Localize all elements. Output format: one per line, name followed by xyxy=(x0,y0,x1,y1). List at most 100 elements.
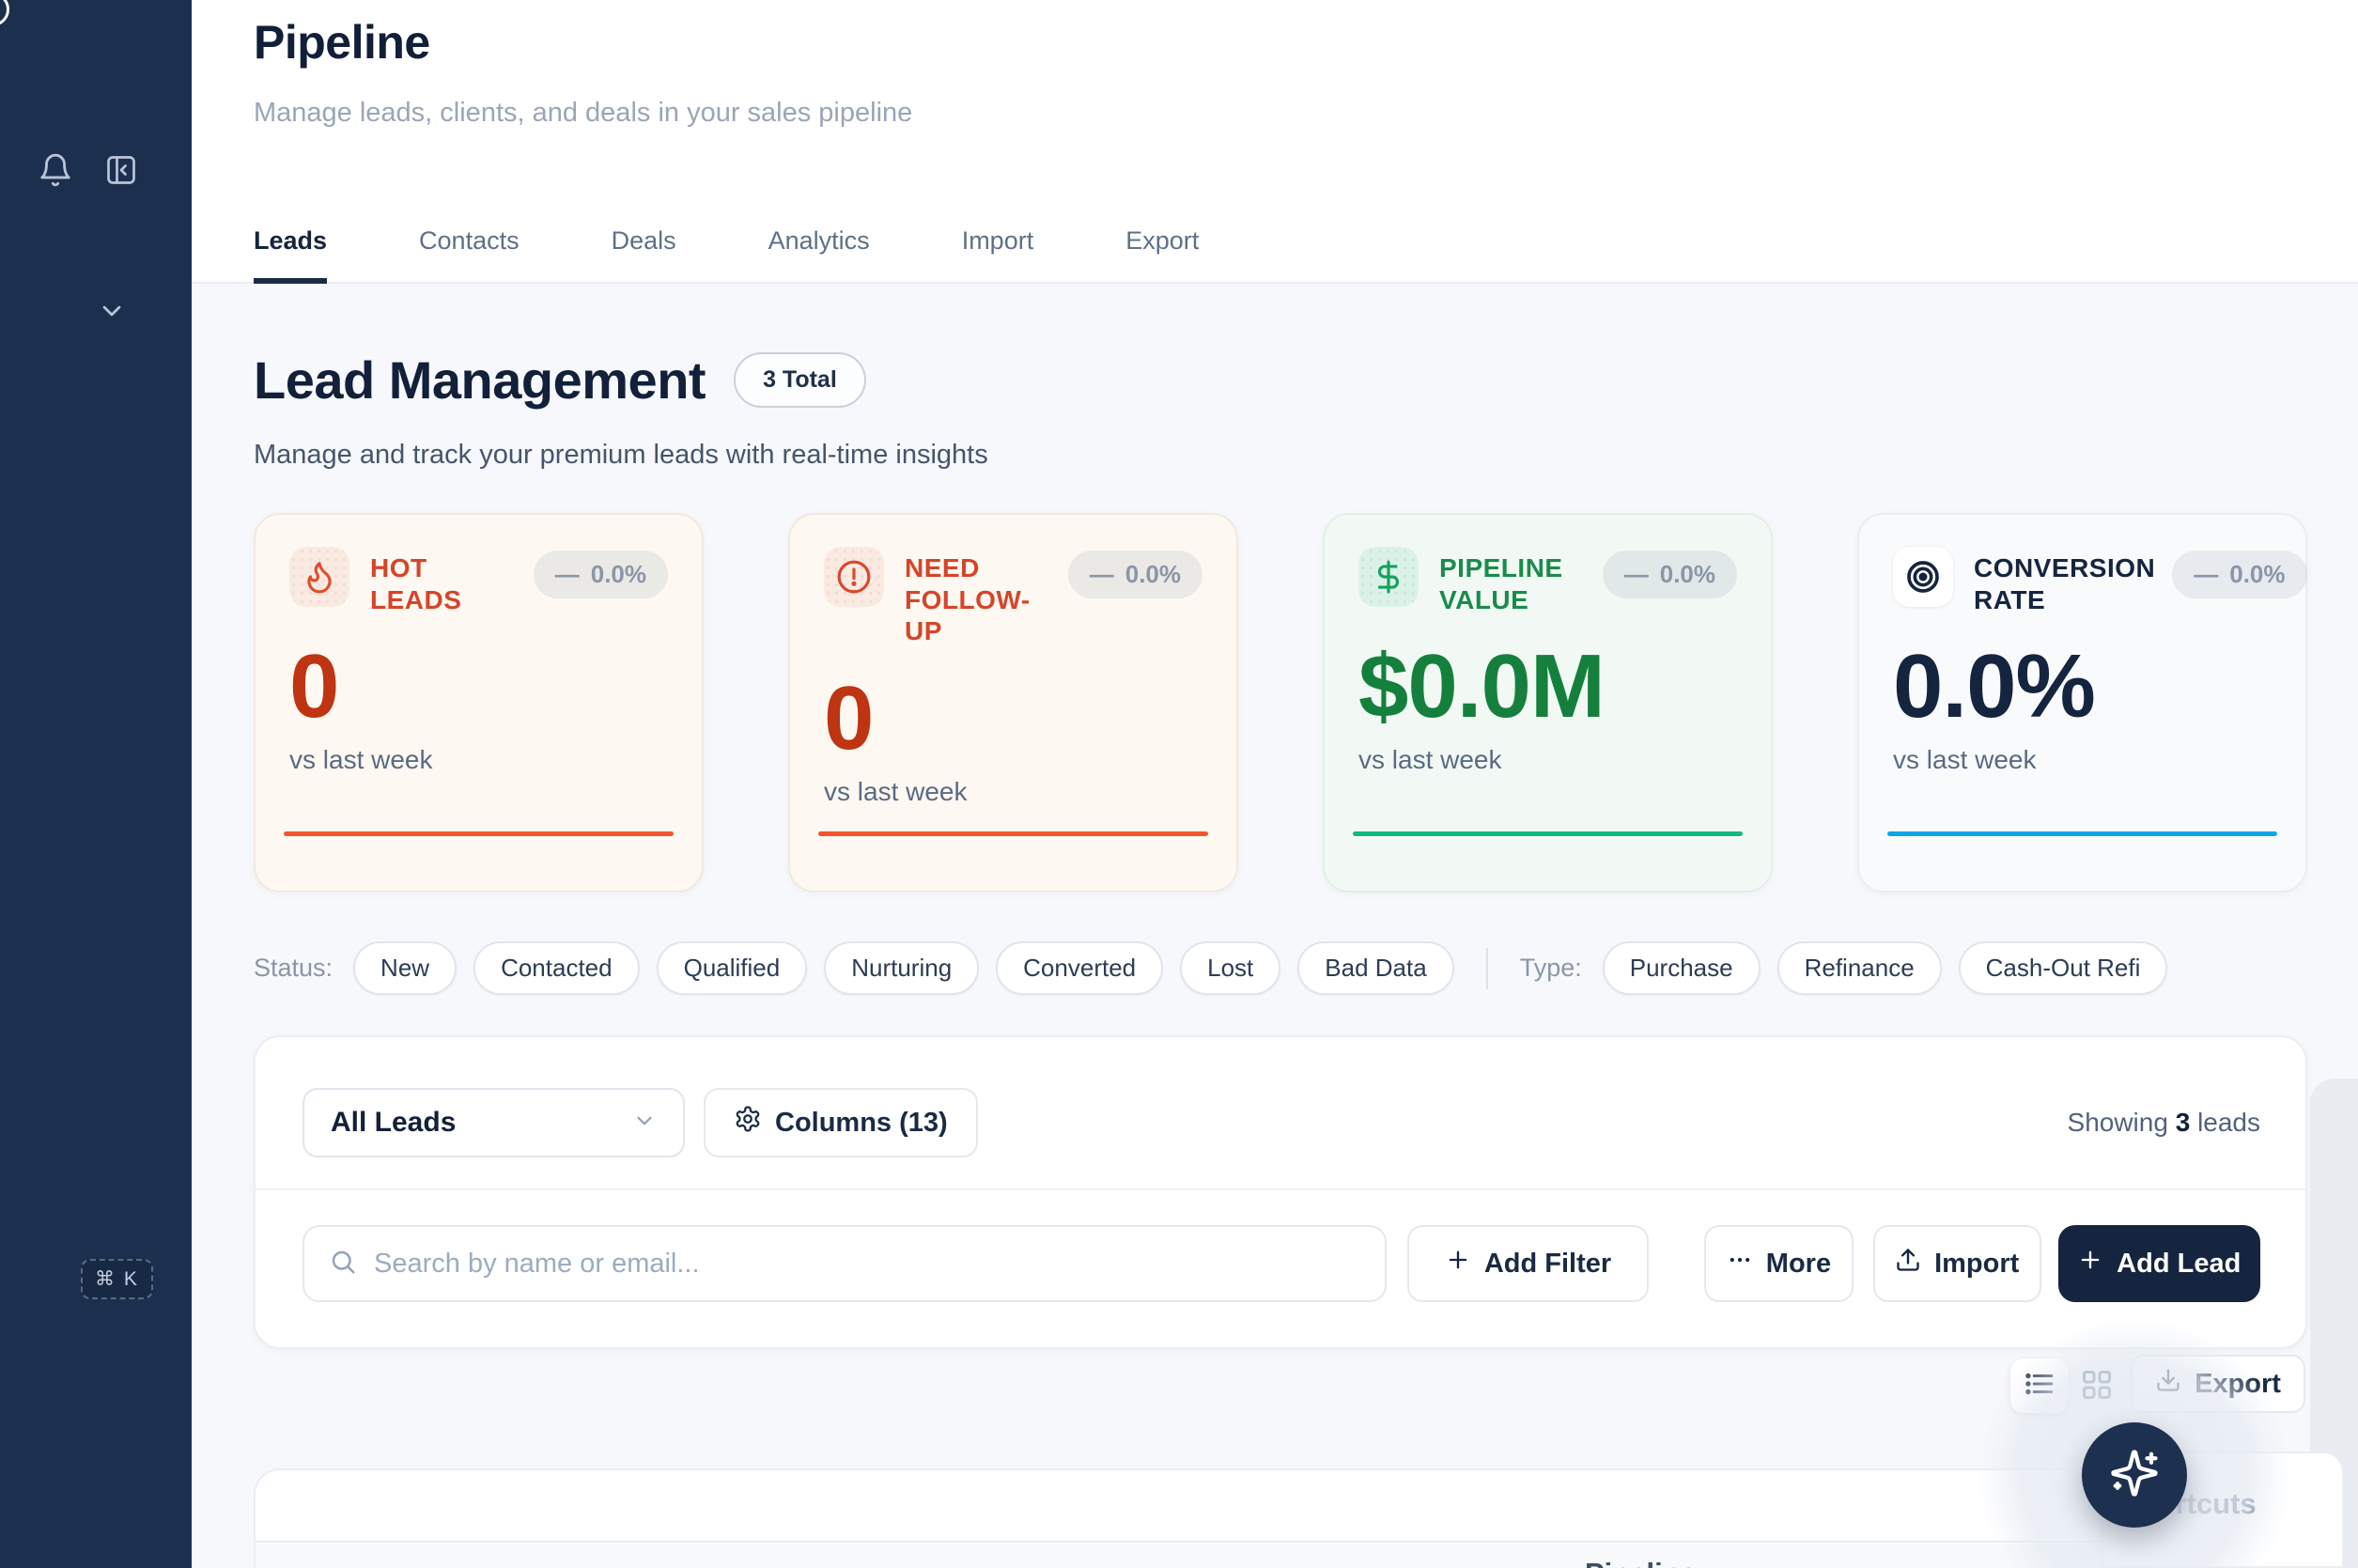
import-button[interactable]: Import xyxy=(1873,1225,2041,1302)
more-button[interactable]: More xyxy=(1704,1225,1854,1302)
type-chip-refinance[interactable]: Refinance xyxy=(1777,941,1942,995)
stat-label: CONVERSION RATE xyxy=(1974,552,2155,615)
section-subtitle: Manage and track your premium leads with… xyxy=(254,440,988,471)
change-value: 0.0% xyxy=(1125,560,1181,589)
ai-assistant-fab[interactable] xyxy=(2082,1422,2187,1528)
tab-bar: Leads Contacts Deals Analytics Import Ex… xyxy=(254,226,1199,284)
flame-icon xyxy=(289,547,349,607)
download-icon xyxy=(2155,1367,2181,1401)
accent-line xyxy=(818,831,1208,836)
chevron-down-icon xyxy=(632,1109,657,1138)
add-lead-button[interactable]: Add Lead xyxy=(2058,1225,2260,1302)
panel-divider xyxy=(256,1188,2305,1190)
stat-label: HOT LEADS xyxy=(370,552,517,615)
stat-label: NEED FOLLOW-UP xyxy=(905,552,1051,647)
stat-value: 0 xyxy=(824,674,1202,764)
columns-button[interactable]: Columns (13) xyxy=(704,1088,978,1157)
stat-card-need-follow-up: NEED FOLLOW-UP — 0.0% 0 vs last week xyxy=(788,513,1238,893)
upload-icon xyxy=(1895,1247,1921,1281)
tab-analytics[interactable]: Analytics xyxy=(768,226,870,284)
status-chip-qualified[interactable]: Qualified xyxy=(657,941,808,995)
filter-chips-row: Status: New Contacted Qualified Nurturin… xyxy=(254,941,2167,995)
tab-export[interactable]: Export xyxy=(1125,226,1199,284)
tab-contacts[interactable]: Contacts xyxy=(419,226,520,284)
plus-icon xyxy=(2077,1247,2103,1281)
status-chip-lost[interactable]: Lost xyxy=(1180,941,1280,995)
change-badge: — 0.0% xyxy=(1068,551,1202,598)
page-subtitle: Manage leads, clients, and deals in your… xyxy=(254,98,912,129)
status-chip-nurturing[interactable]: Nurturing xyxy=(824,941,979,995)
leads-toolbar-panel: All Leads Columns (13) Showing 3 leads xyxy=(254,1035,2307,1349)
stat-value: $0.0M xyxy=(1358,642,1737,732)
stat-card-pipeline-value: PIPELINE VALUE — 0.0% $0.0M vs last week xyxy=(1323,513,1773,893)
page-header: Pipeline Manage leads, clients, and deal… xyxy=(192,0,2358,284)
stat-caption: vs last week xyxy=(1893,745,2272,775)
table-partial-text: Pipeline xyxy=(1585,1557,1697,1568)
dash: — xyxy=(1090,560,1114,589)
target-icon xyxy=(1893,547,1953,607)
status-filter-label: Status: xyxy=(254,954,333,983)
accent-line xyxy=(1353,831,1743,836)
export-label: Export xyxy=(2195,1369,2281,1400)
change-badge: — 0.0% xyxy=(534,551,668,598)
status-chip-contacted[interactable]: Contacted xyxy=(473,941,640,995)
dash: — xyxy=(2194,560,2218,589)
stat-value: 0 xyxy=(289,642,668,732)
section-title: Lead Management xyxy=(254,349,706,411)
app-screen: ⌘ K Pipeline Manage leads, clients, and … xyxy=(0,0,2358,1568)
sparkles-icon xyxy=(2109,1448,2160,1503)
accent-line xyxy=(1887,831,2277,836)
change-badge: — 0.0% xyxy=(2172,551,2306,598)
leads-view-select[interactable]: All Leads xyxy=(303,1088,685,1157)
collapse-sidebar-button[interactable] xyxy=(100,150,143,194)
section-heading-row: Lead Management 3 Total xyxy=(254,349,866,411)
dash: — xyxy=(1624,560,1649,589)
lead-count: 3 xyxy=(2176,1108,2191,1137)
export-button[interactable]: Export xyxy=(2131,1355,2305,1413)
search-box xyxy=(303,1225,1387,1302)
list-icon xyxy=(2024,1368,2055,1405)
panel-collapse-icon xyxy=(104,153,138,192)
add-filter-label: Add Filter xyxy=(1484,1249,1611,1280)
notifications-button[interactable] xyxy=(34,150,77,194)
table-card-header-space xyxy=(256,1470,2305,1543)
stat-cards-row: HOT LEADS — 0.0% 0 vs last week NEED FOL… xyxy=(254,513,2307,893)
view-select-value: All Leads xyxy=(331,1107,456,1139)
grid-icon xyxy=(2080,1368,2114,1406)
page-title: Pipeline xyxy=(254,15,430,70)
import-label: Import xyxy=(1934,1249,2019,1280)
filter-divider xyxy=(1486,948,1488,989)
dollar-icon xyxy=(1358,547,1419,607)
type-chip-purchase[interactable]: Purchase xyxy=(1603,941,1761,995)
add-filter-button[interactable]: Add Filter xyxy=(1407,1225,1649,1302)
sidebar: ⌘ K xyxy=(0,0,192,1568)
search-icon xyxy=(329,1248,357,1281)
stat-caption: vs last week xyxy=(824,777,1202,807)
accent-line xyxy=(284,831,674,836)
search-input[interactable] xyxy=(374,1249,1360,1280)
status-chip-new[interactable]: New xyxy=(353,941,457,995)
status-chip-converted[interactable]: Converted xyxy=(996,941,1163,995)
add-lead-label: Add Lead xyxy=(2117,1249,2241,1280)
type-chip-cash-out-refi[interactable]: Cash-Out Refi xyxy=(1959,941,2168,995)
tab-import[interactable]: Import xyxy=(962,226,1034,284)
plus-icon xyxy=(1445,1247,1471,1281)
change-value: 0.0% xyxy=(591,560,646,589)
chevron-down-icon xyxy=(97,296,127,331)
stat-card-conversion-rate: CONVERSION RATE — 0.0% 0.0% vs last week xyxy=(1857,513,2307,893)
stat-label: PIPELINE VALUE xyxy=(1439,552,1586,615)
logo-arc xyxy=(0,0,9,26)
bell-icon xyxy=(38,152,73,193)
alert-circle-icon xyxy=(824,547,884,607)
command-k-shortcut[interactable]: ⌘ K xyxy=(81,1259,153,1299)
type-filter-label: Type: xyxy=(1520,954,1582,983)
grid-view-toggle[interactable] xyxy=(2072,1362,2121,1411)
tab-deals[interactable]: Deals xyxy=(612,226,676,284)
change-value: 0.0% xyxy=(2229,560,2285,589)
list-view-toggle[interactable] xyxy=(2010,1358,2069,1413)
status-chip-bad-data[interactable]: Bad Data xyxy=(1297,941,1453,995)
table-header-row xyxy=(256,1545,2305,1568)
tab-leads[interactable]: Leads xyxy=(254,226,327,284)
change-badge: — 0.0% xyxy=(1603,551,1737,598)
sidebar-expand-button[interactable] xyxy=(90,291,133,334)
